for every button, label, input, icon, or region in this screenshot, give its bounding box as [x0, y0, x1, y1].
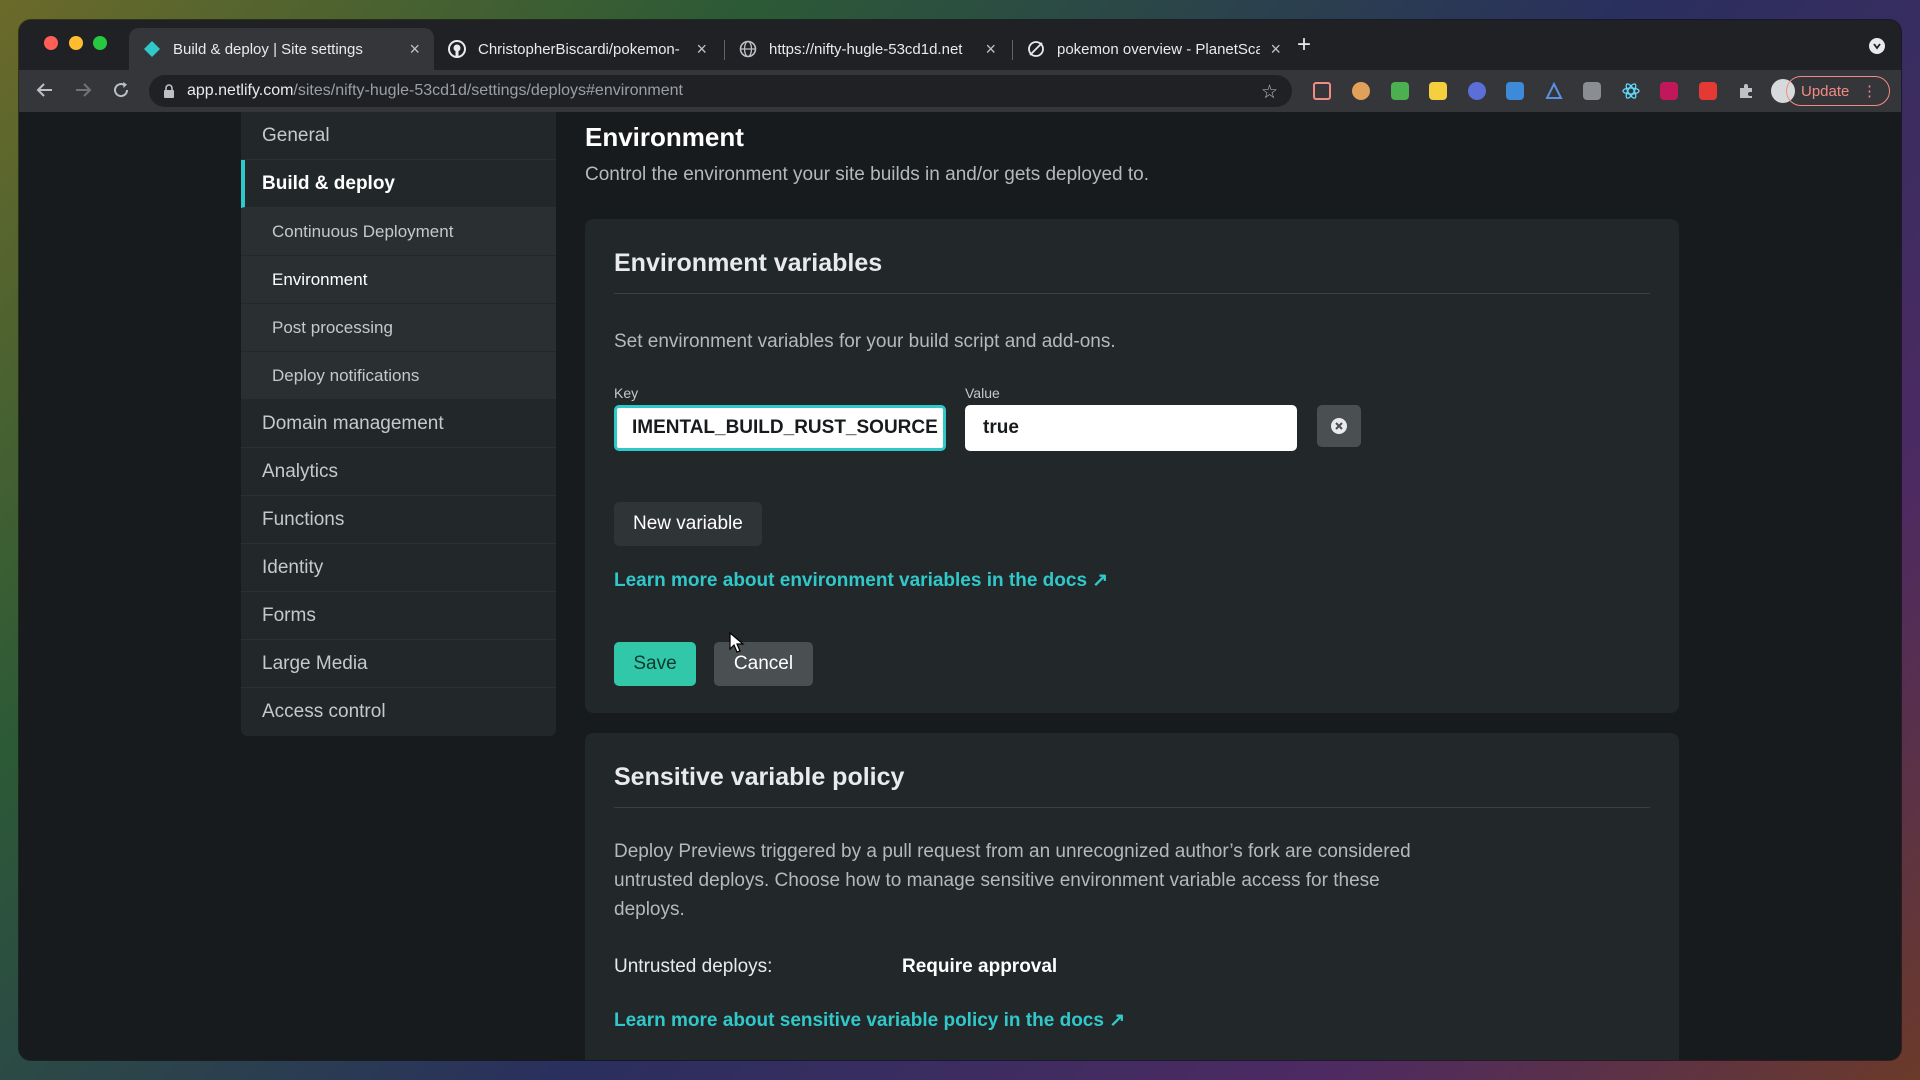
pocket-icon[interactable] — [1313, 82, 1331, 100]
sidebar-item-label: Access control — [262, 701, 386, 722]
browser-toolbar: app.netlify.com/sites/nifty-hugle-53cd1d… — [19, 70, 1901, 112]
tab-search-icon[interactable] — [1869, 38, 1885, 54]
tab-github[interactable]: ChristopherBiscardi/pokemon- × — [434, 28, 721, 70]
planetscale-icon — [1027, 40, 1045, 58]
sidebar-item-label: General — [262, 124, 330, 146]
browser-window: Build & deploy | Site settings × Christo… — [19, 20, 1901, 1060]
env-variables-title: Environment variables — [614, 249, 883, 277]
key-label: Key — [614, 385, 639, 401]
url-host: app.netlify.com — [187, 82, 294, 99]
tab-title: https://nifty-hugle-53cd1d.net — [769, 40, 963, 58]
env-variables-description: Set environment variables for your build… — [614, 331, 1116, 352]
close-window-button[interactable] — [44, 36, 58, 50]
bookmark-star-icon[interactable]: ☆ — [1261, 81, 1278, 104]
netlify-icon — [143, 40, 161, 58]
tab-title: ChristopherBiscardi/pokemon- — [478, 40, 680, 58]
sensitive-docs-link[interactable]: Learn more about sensitive variable poli… — [614, 1009, 1125, 1032]
forward-icon[interactable] — [73, 80, 93, 104]
key-input[interactable]: IMENTAL_BUILD_RUST_SOURCE — [614, 405, 946, 451]
sidebar-item-identity[interactable]: Identity — [241, 544, 556, 592]
sensitive-policy-title: Sensitive variable policy — [614, 763, 905, 791]
mouse-cursor-icon — [729, 632, 745, 653]
github-icon — [448, 40, 466, 58]
sidebar-item-label: Domain management — [262, 412, 444, 434]
tab-planetscale[interactable]: pokemon overview - PlanetSca × — [1013, 28, 1295, 70]
update-label: Update — [1801, 82, 1850, 100]
sidebar-subitem-environment[interactable]: Environment — [241, 256, 556, 304]
close-tab-icon[interactable]: × — [696, 39, 707, 60]
new-tab-button[interactable]: + — [1297, 33, 1311, 57]
close-tab-icon[interactable]: × — [409, 39, 420, 60]
globe-icon — [739, 40, 757, 58]
back-icon[interactable] — [35, 80, 55, 104]
close-circle-icon — [1331, 418, 1347, 434]
sidebar-item-build-deploy[interactable]: Build & deploy — [241, 160, 556, 208]
new-variable-button[interactable]: New variable — [614, 502, 762, 546]
url-path: /sites/nifty-hugle-53cd1d/settings/deplo… — [293, 82, 683, 99]
remove-variable-button[interactable] — [1317, 405, 1361, 447]
tab-title: Build & deploy | Site settings — [173, 40, 363, 58]
sidebar-subitem-post-processing[interactable]: Post processing — [241, 304, 556, 352]
lock-icon — [164, 84, 174, 98]
sidebar-item-forms[interactable]: Forms — [241, 592, 556, 640]
tab-strip: Build & deploy | Site settings × Christo… — [19, 20, 1901, 70]
save-button[interactable]: Save — [614, 642, 696, 686]
graphql-extension-icon[interactable] — [1660, 82, 1678, 100]
page-title: Environment — [585, 122, 744, 152]
divider — [614, 293, 1650, 294]
sidebar-item-large-media[interactable]: Large Media — [241, 640, 556, 688]
page-content: General Build & deploy Continuous Deploy… — [19, 112, 1901, 1060]
close-tab-icon[interactable]: × — [985, 39, 996, 60]
sidebar-item-label: Forms — [262, 604, 316, 626]
sidebar-item-label: Analytics — [262, 460, 339, 482]
sidebar-item-analytics[interactable]: Analytics — [241, 448, 556, 496]
cookie-extension-icon[interactable] — [1352, 82, 1370, 100]
sidebar-item-access-control[interactable]: Access control — [241, 688, 556, 736]
sidebar-item-label: Post processing — [272, 317, 393, 337]
green-extension-icon[interactable] — [1391, 82, 1409, 100]
red-extension-icon[interactable] — [1699, 82, 1717, 100]
untrusted-deploys-value: Require approval — [902, 956, 1058, 977]
sidebar-item-functions[interactable]: Functions — [241, 496, 556, 544]
tab-build-deploy[interactable]: Build & deploy | Site settings × — [129, 28, 434, 70]
value-input[interactable]: true — [965, 405, 1297, 451]
window-extension-icon[interactable] — [1506, 82, 1524, 100]
settings-sidebar: General Build & deploy Continuous Deploy… — [241, 112, 556, 736]
address-bar[interactable]: app.netlify.com/sites/nifty-hugle-53cd1d… — [149, 75, 1292, 107]
sidebar-item-label: Functions — [262, 508, 345, 530]
minimize-window-button[interactable] — [69, 36, 83, 50]
camera-extension-icon[interactable] — [1583, 82, 1601, 100]
page-description: Control the environment your site builds… — [585, 164, 1149, 185]
sidebar-item-general[interactable]: General — [241, 112, 556, 160]
extensions-puzzle-icon[interactable] — [1737, 82, 1755, 100]
env-variables-card: Environment variables Set environment va… — [585, 219, 1679, 713]
notes-extension-icon[interactable] — [1429, 82, 1447, 100]
sidebar-subitem-deploy-notifications[interactable]: Deploy notifications — [241, 352, 556, 400]
tab-title: pokemon overview - PlanetSca — [1057, 40, 1261, 58]
react-devtools-icon[interactable] — [1622, 82, 1640, 100]
sidebar-item-label: Deploy notifications — [272, 365, 420, 385]
reload-icon[interactable] — [111, 80, 131, 104]
env-docs-link[interactable]: Learn more about environment variables i… — [614, 569, 1108, 592]
value-label: Value — [965, 385, 1000, 401]
sidebar-item-domain-management[interactable]: Domain management — [241, 400, 556, 448]
sidebar-subitem-continuous-deployment[interactable]: Continuous Deployment — [241, 208, 556, 256]
sidebar-item-label: Build & deploy — [262, 172, 395, 194]
menu-dots-icon[interactable]: ⋮ — [1862, 82, 1877, 100]
update-button[interactable]: Update ⋮ — [1786, 76, 1890, 106]
triangle-extension-icon[interactable] — [1545, 81, 1563, 100]
sensitive-policy-card: Sensitive variable policy Deploy Preview… — [585, 733, 1679, 1060]
untrusted-deploys-label: Untrusted deploys: — [614, 956, 773, 977]
sidebar-item-label: Large Media — [262, 652, 368, 674]
sensitive-policy-description: Deploy Previews triggered by a pull requ… — [614, 841, 1411, 920]
divider — [614, 807, 1650, 808]
sidebar-item-label: Environment — [272, 269, 368, 289]
tab-site-preview[interactable]: https://nifty-hugle-53cd1d.net × — [725, 28, 1010, 70]
sidebar-item-label: Continuous Deployment — [272, 221, 454, 241]
sidebar-item-label: Identity — [262, 556, 324, 578]
globe-extension-icon[interactable] — [1468, 82, 1486, 100]
maximize-window-button[interactable] — [93, 36, 107, 50]
close-tab-icon[interactable]: × — [1270, 39, 1281, 60]
